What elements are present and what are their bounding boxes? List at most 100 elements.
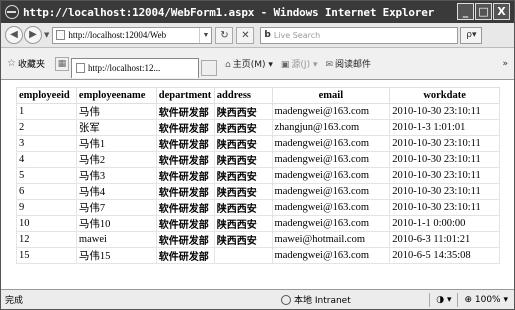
table-header-row: employeeid employeename department addre… — [16, 87, 500, 104]
back-button[interactable]: ◀ — [5, 26, 23, 44]
cell-employeename: mawei — [75, 231, 157, 248]
feeds-button[interactable]: ▣ 源(J) ▾ — [281, 57, 318, 70]
forward-button[interactable]: ▶ — [24, 26, 42, 44]
cell-employeename: 马伟10 — [75, 215, 157, 232]
table-row: 3 马伟1 软件研发部 陕西西安 madengwei@163.com 2010-… — [16, 135, 500, 152]
globe-icon — [281, 294, 291, 305]
cell-address: 陕西西安 — [213, 183, 273, 200]
column-header: email — [271, 87, 391, 104]
status-bar: 完成 本地 Intranet ◑ ▾ ⊕ 100% ▾ — [1, 289, 514, 309]
cell-employeename: 马伟1 — [75, 135, 157, 152]
search-button[interactable]: ρ▾ — [460, 26, 483, 44]
home-icon: ⌂ — [224, 60, 231, 70]
cell-employeeid: 6 — [16, 183, 77, 200]
column-header: department — [155, 87, 215, 104]
cell-employeeid: 5 — [16, 167, 77, 184]
search-input[interactable]: b Live Search — [260, 26, 459, 44]
maximize-button[interactable]: □ — [475, 3, 492, 20]
home-button[interactable]: ⌂ 主页(M) ▾ — [225, 57, 273, 70]
cell-address: 陕西西安 — [213, 135, 273, 152]
new-tab-button[interactable] — [200, 59, 217, 76]
status-text: 完成 — [5, 296, 24, 306]
close-button[interactable]: X — [493, 3, 510, 20]
column-header: address — [213, 87, 273, 104]
read-mail-button[interactable]: ✉ 阅读邮件 — [325, 57, 371, 70]
url-input[interactable]: http://localhost:12004/Web ▼ — [52, 26, 213, 44]
url-dropdown-icon[interactable]: ▼ — [199, 27, 211, 43]
cell-address: 陕西西安 — [213, 199, 273, 216]
cell-email: madengwei@163.com — [271, 247, 391, 264]
cell-employeeid: 9 — [16, 199, 77, 216]
page-icon — [56, 30, 66, 40]
cell-workdate: 2010-10-30 23:10:11 — [389, 135, 500, 152]
cell-workdate: 2010-1-3 1:01:01 — [389, 119, 500, 136]
cell-employeename: 马伟2 — [75, 151, 157, 168]
quick-tabs-icon[interactable]: ▦ — [54, 56, 69, 71]
cell-email: madengwei@163.com — [271, 215, 391, 232]
zoom-control[interactable]: ⊕ 100% ▾ — [464, 295, 508, 305]
cell-workdate: 2010-10-30 23:10:11 — [389, 151, 500, 168]
zone-label: 本地 Intranet — [294, 296, 351, 306]
protected-mode-icon[interactable]: ◑ ▾ — [436, 295, 451, 305]
cell-employeeid: 4 — [16, 151, 77, 168]
cell-address: 陕西西安 — [213, 215, 273, 232]
ie-logo-icon — [5, 5, 19, 19]
favorites-button[interactable]: 收藏夹 — [18, 57, 45, 70]
cell-workdate: 2010-1-1 0:00:00 — [389, 215, 500, 232]
cell-employeename: 马伟4 — [75, 183, 157, 200]
column-header: workdate — [389, 87, 500, 104]
search-placeholder: Live Search — [273, 30, 321, 40]
window-controls: _ □ X — [457, 3, 510, 20]
status-right: ◑ ▾ ⊕ 100% ▾ — [429, 292, 514, 307]
cell-workdate: 2010-10-30 23:10:11 — [389, 103, 500, 120]
page-content: employeeid employeename department addre… — [1, 81, 514, 288]
url-text: http://localhost:12004/Web — [68, 29, 167, 40]
refresh-button[interactable]: ↻ — [215, 26, 234, 44]
divider — [457, 292, 459, 307]
cell-employeename: 张军 — [75, 119, 157, 136]
cell-employeeid: 1 — [16, 103, 77, 120]
cell-department: 软件研发部 — [155, 151, 215, 168]
cell-employeeid: 3 — [16, 135, 77, 152]
security-zone[interactable]: 本地 Intranet — [281, 293, 351, 306]
cell-workdate: 2010-10-30 23:10:11 — [389, 199, 500, 216]
cell-department: 软件研发部 — [155, 231, 215, 248]
table-row: 10 马伟10 软件研发部 陕西西安 madengwei@163.com 201… — [16, 215, 500, 232]
table-row: 12 mawei 软件研发部 陕西西安 mawei@hotmail.com 20… — [16, 231, 500, 248]
cell-department: 软件研发部 — [155, 183, 215, 200]
mail-icon: ✉ — [325, 60, 334, 70]
divider — [429, 292, 431, 307]
cell-department: 软件研发部 — [155, 215, 215, 232]
cell-department: 软件研发部 — [155, 167, 215, 184]
table-row: 1 马伟 软件研发部 陕西西安 madengwei@163.com 2010-1… — [16, 103, 500, 120]
table-row: 15 马伟15 软件研发部 madengwei@163.com 2010-6-5… — [16, 247, 500, 264]
cell-employeename: 马伟15 — [75, 247, 157, 264]
tab-active[interactable]: http://localhost:12... — [70, 57, 199, 78]
history-dropdown-icon[interactable]: ▼ — [44, 31, 49, 39]
favorites-star-icon[interactable]: ☆ — [7, 58, 16, 69]
cell-address: 陕西西安 — [213, 167, 273, 184]
minimize-button[interactable]: _ — [457, 3, 474, 20]
cell-department: 软件研发部 — [155, 119, 215, 136]
feeds-label: 源(J) — [291, 60, 311, 70]
live-search-icon: b — [264, 29, 271, 40]
cell-email: mawei@hotmail.com — [271, 231, 391, 248]
cell-address: 陕西西安 — [213, 231, 273, 248]
cell-workdate: 2010-6-5 14:35:08 — [389, 247, 500, 264]
stop-button[interactable]: ✕ — [236, 26, 255, 44]
favorites-bar: ☆ 收藏夹 ▦ http://localhost:12... ⌂ 主页(M) ▾ … — [1, 48, 514, 80]
table-row: 5 马伟3 软件研发部 陕西西安 madengwei@163.com 2010-… — [16, 167, 500, 184]
more-commands-button[interactable]: » — [502, 59, 508, 69]
cell-employeename: 马伟3 — [75, 167, 157, 184]
page-icon — [75, 63, 85, 73]
cell-address — [213, 247, 273, 264]
cell-employeeid: 10 — [16, 215, 77, 232]
cell-employeeid: 12 — [16, 231, 77, 248]
tab-label: http://localhost:12... — [87, 63, 161, 73]
column-header: employeeid — [16, 87, 77, 104]
cell-department: 软件研发部 — [155, 199, 215, 216]
cell-department: 软件研发部 — [155, 103, 215, 120]
zoom-level: 100% — [474, 294, 501, 305]
cell-employeename: 马伟7 — [75, 199, 157, 216]
cell-email: zhangjun@163.com — [271, 119, 391, 136]
